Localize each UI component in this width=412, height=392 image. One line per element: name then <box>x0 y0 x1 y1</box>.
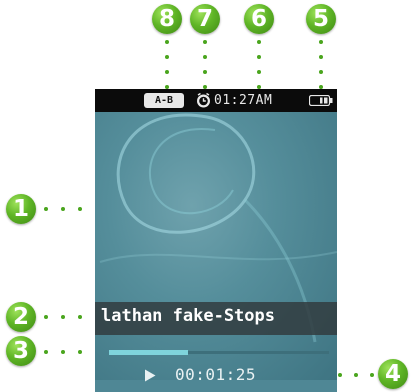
ab-repeat-indicator: A-B <box>144 93 184 108</box>
player-screen: A-B 01:27AM lathan fake-Stops 00:01:25 <box>95 89 337 392</box>
progress-bar[interactable] <box>109 350 329 355</box>
leader-8 <box>165 40 169 90</box>
song-title-bar: lathan fake-Stops <box>95 302 337 335</box>
callout-4: 4 <box>378 359 408 389</box>
callout-7: 7 <box>190 4 220 34</box>
callout-3: 3 <box>6 336 36 366</box>
callout-6: 6 <box>244 4 274 34</box>
callout-8: 8 <box>152 4 182 34</box>
progress-bar-fill <box>109 350 189 355</box>
leader-6 <box>257 40 261 90</box>
leader-7 <box>203 40 207 90</box>
play-icon <box>145 369 156 382</box>
clock-text: 01:27AM <box>214 93 273 108</box>
album-art <box>95 112 337 380</box>
status-bar: A-B 01:27AM <box>95 89 337 112</box>
leader-5 <box>319 40 323 90</box>
elapsed-time: 00:01:25 <box>175 365 257 384</box>
battery-icon <box>309 95 333 106</box>
callout-1: 1 <box>6 194 36 224</box>
callout-2: 2 <box>6 302 36 332</box>
song-title: lathan fake-Stops <box>101 306 275 326</box>
alarm-clock-icon <box>197 92 210 108</box>
callout-5: 5 <box>306 4 336 34</box>
